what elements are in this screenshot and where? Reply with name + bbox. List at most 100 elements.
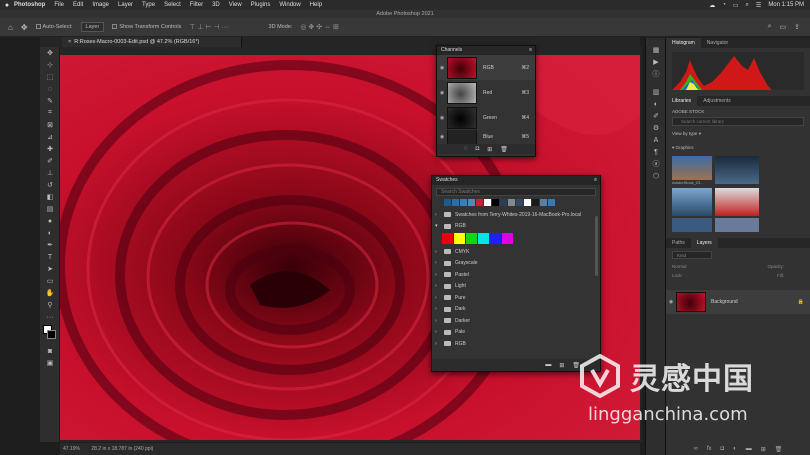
chevron-right-icon[interactable]: › bbox=[435, 295, 441, 301]
layer-kind-filter[interactable]: Kind bbox=[672, 251, 712, 259]
swatch-color[interactable] bbox=[478, 233, 489, 244]
share-icon[interactable]: ⇪ bbox=[794, 23, 800, 31]
cube-icon[interactable]: ⬡ bbox=[646, 170, 666, 182]
chevron-right-icon[interactable]: › bbox=[435, 318, 441, 324]
cloud-icon[interactable]: ☁ bbox=[709, 2, 715, 9]
eye-icon[interactable]: ◉ bbox=[437, 65, 447, 71]
align-icons[interactable]: ⊤ ⊥ ⊢ ⊣ ··· bbox=[189, 23, 228, 31]
more-tools-icon[interactable]: ··· bbox=[40, 311, 60, 323]
move-tool-icon[interactable]: ✥ bbox=[21, 23, 28, 32]
tab-paths[interactable]: Paths bbox=[666, 238, 691, 248]
chevron-right-icon[interactable]: › bbox=[435, 283, 441, 289]
close-icon[interactable]: × bbox=[68, 39, 71, 45]
color-swatches-icon[interactable] bbox=[40, 323, 60, 345]
channels-header[interactable]: Channels ≡ bbox=[437, 46, 535, 55]
tab-histogram[interactable]: Histogram bbox=[666, 38, 701, 48]
swatch-color[interactable] bbox=[502, 233, 513, 244]
swatch-color[interactable] bbox=[524, 199, 531, 206]
swatch-group[interactable]: › Pure bbox=[432, 292, 600, 304]
crop-tool-icon[interactable]: ⌗ bbox=[40, 107, 60, 119]
adjust-icon[interactable]: ◐ bbox=[646, 98, 666, 110]
lasso-tool-icon[interactable]: ◌ bbox=[40, 83, 60, 95]
tab-layers[interactable]: Layers bbox=[690, 238, 718, 248]
workspace-icon[interactable]: ▭ bbox=[780, 23, 787, 31]
swatch-color[interactable] bbox=[476, 199, 483, 206]
auto-select-checkbox[interactable]: Auto-Select: bbox=[35, 24, 73, 30]
library-item[interactable]: AdobeStock_23... bbox=[672, 156, 712, 186]
glyph-icon[interactable]: ⓐ bbox=[646, 158, 666, 170]
menu-photoshop[interactable]: Photoshop bbox=[14, 2, 45, 8]
swatch-color[interactable] bbox=[466, 233, 477, 244]
tab-libraries[interactable]: Libraries bbox=[666, 96, 698, 106]
swatch-group[interactable]: › RGB bbox=[432, 338, 600, 350]
eyedropper-tool-icon[interactable]: ⊿ bbox=[40, 131, 60, 143]
channel-row-blue[interactable]: ◉ Blue ⌘5 bbox=[437, 130, 535, 144]
battery-icon[interactable]: ▭ bbox=[733, 2, 739, 9]
swatch-group[interactable]: › Swatches from Terry-Whites-2019-16-MacB… bbox=[432, 209, 600, 221]
home-icon[interactable]: ⌂ bbox=[8, 23, 13, 32]
properties-icon[interactable]: ⚙ bbox=[646, 122, 666, 134]
document-info[interactable]: 28.2 in x 18.787 in (240 ppi) bbox=[91, 446, 153, 452]
paragraph-icon[interactable]: ¶ bbox=[646, 146, 666, 158]
swatch-color[interactable] bbox=[454, 233, 465, 244]
blend-mode-dropdown[interactable]: Normal bbox=[672, 264, 687, 269]
graphics-section[interactable]: ▾ Graphics bbox=[666, 142, 810, 154]
marquee-tool-icon[interactable]: ⬚ bbox=[40, 71, 60, 83]
new-swatch-icon[interactable]: ⊞ bbox=[559, 362, 564, 369]
menu-view[interactable]: View bbox=[229, 2, 242, 8]
view-by-dropdown[interactable]: View by type ▾ bbox=[666, 126, 810, 142]
swatch-group[interactable]: › Light bbox=[432, 281, 600, 293]
swatch-color[interactable] bbox=[548, 199, 555, 206]
swatch-group[interactable]: ▾ RGB bbox=[432, 221, 600, 233]
load-selection-icon[interactable]: ◌ bbox=[464, 146, 468, 152]
eye-icon[interactable]: ◉ bbox=[437, 90, 447, 96]
delete-icon[interactable]: 🗑 bbox=[775, 446, 783, 453]
swatch-group[interactable]: › CMYK bbox=[432, 246, 600, 258]
menu-edit[interactable]: Edit bbox=[73, 2, 83, 8]
chevron-right-icon[interactable]: › bbox=[435, 306, 441, 312]
control-center-icon[interactable]: ☰ bbox=[756, 2, 761, 9]
screen-mode-icon[interactable]: ▣ bbox=[40, 357, 60, 369]
tab-adjustments[interactable]: Adjustments bbox=[697, 96, 737, 106]
library-search-input[interactable]: Search current library bbox=[672, 117, 804, 126]
swatch-color[interactable] bbox=[442, 233, 453, 244]
swatch-color[interactable] bbox=[468, 199, 475, 206]
3d-tools-icons[interactable]: ◎ ✥ ✣ ⇔ ⊞ bbox=[300, 23, 338, 31]
group-icon[interactable]: ▬ bbox=[746, 446, 752, 453]
swatch-color[interactable] bbox=[484, 199, 491, 206]
swatch-group[interactable]: › Pastel bbox=[432, 269, 600, 281]
swatch-group[interactable]: › Darker bbox=[432, 315, 600, 327]
shape-tool-icon[interactable]: ▭ bbox=[40, 275, 60, 287]
pen-tool-icon[interactable]: ✒ bbox=[40, 239, 60, 251]
new-channel-icon[interactable]: ⊞ bbox=[487, 146, 492, 153]
library-thumbnail[interactable] bbox=[715, 188, 759, 216]
search-icon[interactable]: ⌕ bbox=[768, 23, 772, 31]
quick-mask-icon[interactable]: ◙ bbox=[40, 345, 60, 357]
foreground-color[interactable] bbox=[47, 330, 56, 339]
swatch-color[interactable] bbox=[452, 199, 459, 206]
menu-3d[interactable]: 3D bbox=[212, 2, 220, 8]
new-layer-icon[interactable]: ⊞ bbox=[761, 446, 766, 453]
swatch-color[interactable] bbox=[460, 199, 467, 206]
swatches-scrollbar[interactable] bbox=[595, 216, 598, 276]
show-transform-checkbox[interactable]: Show Transform Controls bbox=[112, 24, 181, 30]
library-thumbnail[interactable] bbox=[672, 218, 712, 232]
panel-menu-icon[interactable]: ≡ bbox=[529, 46, 532, 55]
eye-icon[interactable]: ◉ bbox=[666, 299, 676, 305]
menu-window[interactable]: Window bbox=[279, 2, 300, 8]
link-icon[interactable]: ∞ bbox=[694, 446, 698, 453]
play-icon[interactable]: ▶ bbox=[646, 56, 666, 68]
chevron-down-icon[interactable]: ▾ bbox=[435, 223, 441, 229]
swatch-color[interactable] bbox=[516, 199, 523, 206]
channel-row-rgb[interactable]: ◉ RGB ⌘2 bbox=[437, 55, 535, 80]
auto-select-target-dropdown[interactable]: Layer bbox=[80, 22, 105, 32]
type-tool-icon[interactable]: T bbox=[40, 251, 60, 263]
chevron-right-icon[interactable]: › bbox=[435, 341, 441, 347]
histogram-icon[interactable]: ▦ bbox=[646, 44, 666, 56]
quick-select-tool-icon[interactable]: ✎ bbox=[40, 95, 60, 107]
blur-tool-icon[interactable]: ● bbox=[40, 215, 60, 227]
gradient-tool-icon[interactable]: ▤ bbox=[40, 203, 60, 215]
brush-tool-icon[interactable]: ✐ bbox=[40, 155, 60, 167]
library-name[interactable]: ADOBE STOCK bbox=[666, 106, 810, 117]
swatch-group[interactable]: › Grayscale bbox=[432, 258, 600, 270]
